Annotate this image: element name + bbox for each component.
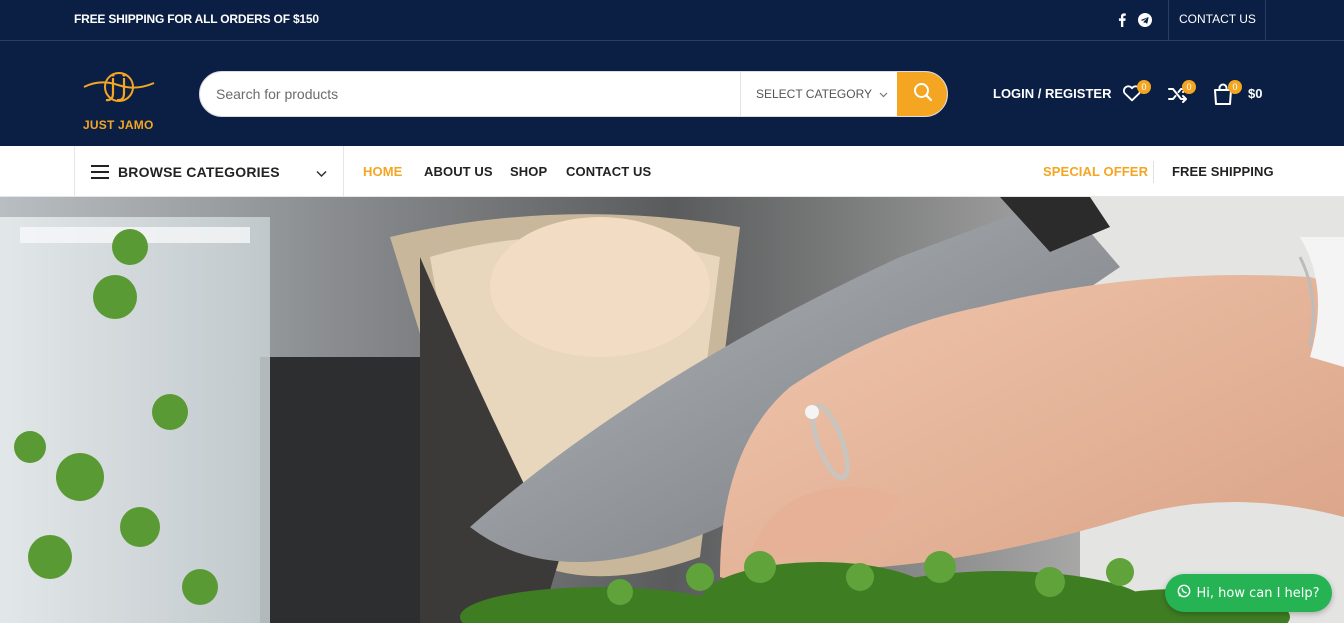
search-bar: SELECT CATEGORY <box>199 71 948 117</box>
hamburger-icon <box>91 165 109 179</box>
nav-link-contact-us[interactable]: CONTACT US <box>566 164 651 179</box>
chevron-down-icon <box>879 87 888 101</box>
main-header: JUST JAMO SELECT CATEGORY LOGIN / REGIST… <box>0 41 1344 146</box>
shopping-bag-icon <box>1212 83 1234 110</box>
facebook-icon[interactable] <box>1113 11 1131 29</box>
nav-link-about-us[interactable]: ABOUT US <box>424 164 493 179</box>
search-input[interactable] <box>200 72 740 116</box>
divider <box>1153 161 1154 183</box>
login-register-link[interactable]: LOGIN / REGISTER <box>993 86 1111 101</box>
shipping-promo-text: FREE SHIPPING FOR ALL ORDERS OF $150 <box>74 12 319 26</box>
wishlist-button[interactable]: 0 <box>1121 80 1151 108</box>
divider <box>1168 0 1169 40</box>
search-button[interactable] <box>897 72 947 116</box>
compare-button[interactable]: 0 <box>1166 80 1196 106</box>
chevron-down-icon <box>316 165 327 183</box>
search-icon <box>913 82 933 107</box>
nav-link-shop[interactable]: SHOP <box>510 164 547 179</box>
hero-banner-image <box>0 197 1344 623</box>
telegram-icon[interactable] <box>1136 11 1154 29</box>
shuffle-icon <box>1166 85 1190 110</box>
whatsapp-icon <box>1177 584 1191 602</box>
divider <box>1265 0 1266 40</box>
main-navigation: BROWSE CATEGORIES HOME ABOUT US SHOP CON… <box>0 146 1344 197</box>
top-bar: FREE SHIPPING FOR ALL ORDERS OF $150 CON… <box>0 0 1344 41</box>
special-offer-link[interactable]: SPECIAL OFFER <box>1043 164 1148 179</box>
category-select[interactable]: SELECT CATEGORY <box>740 72 897 116</box>
cart-total[interactable]: $0 <box>1248 86 1262 101</box>
logo-text: JUST JAMO <box>83 118 154 132</box>
heart-icon <box>1121 85 1143 108</box>
chat-label: Hi, how can I help? <box>1196 585 1320 601</box>
topbar-contact-link[interactable]: CONTACT US <box>1179 12 1256 26</box>
browse-categories-dropdown[interactable]: BROWSE CATEGORIES <box>74 146 344 197</box>
free-shipping-link[interactable]: FREE SHIPPING <box>1172 164 1274 179</box>
whatsapp-chat-button[interactable]: Hi, how can I help? <box>1165 574 1332 612</box>
compare-count-badge: 0 <box>1182 80 1196 94</box>
wishlist-count-badge: 0 <box>1137 80 1151 94</box>
nav-link-home[interactable]: HOME <box>363 164 402 179</box>
cart-count-badge: 0 <box>1228 80 1242 94</box>
cart-button[interactable]: 0 <box>1212 80 1242 106</box>
browse-categories-label: BROWSE CATEGORIES <box>118 164 280 180</box>
category-select-label: SELECT CATEGORY <box>756 87 873 101</box>
